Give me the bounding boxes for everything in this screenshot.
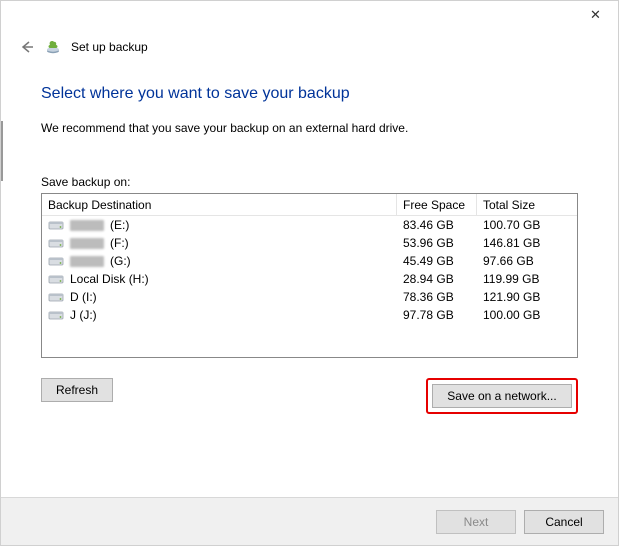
- drive-free-space: 78.36 GB: [397, 290, 477, 304]
- content-area: Select where you want to save your backu…: [1, 55, 618, 414]
- drive-destination: (G:): [42, 254, 397, 268]
- page-heading: Select where you want to save your backu…: [41, 85, 578, 103]
- save-on-network-button[interactable]: Save on a network...: [432, 384, 572, 408]
- list-label: Save backup on:: [41, 175, 578, 189]
- drive-icon: [48, 273, 64, 285]
- drive-list-body: (E:) 83.46 GB100.70 GB (F:) 53.96 GB146.81 …: [42, 216, 577, 324]
- back-arrow-icon[interactable]: [19, 39, 35, 55]
- drive-icon: [48, 291, 64, 303]
- window-title: Set up backup: [71, 40, 148, 54]
- drive-free-space: 28.94 GB: [397, 272, 477, 286]
- drive-row[interactable]: Local Disk (H:) 28.94 GB119.99 GB: [42, 270, 577, 288]
- drive-free-space: 45.49 GB: [397, 254, 477, 268]
- drive-icon: [48, 255, 64, 267]
- drive-destination: D (I:): [42, 290, 397, 304]
- col-header-free-space[interactable]: Free Space: [397, 194, 477, 215]
- drive-destination: J (J:): [42, 308, 397, 322]
- col-header-destination[interactable]: Backup Destination: [42, 194, 397, 215]
- titlebar: ✕: [1, 1, 618, 31]
- backup-app-icon: [45, 39, 61, 55]
- drive-label: J (J:): [70, 308, 97, 322]
- close-button[interactable]: ✕: [573, 1, 618, 29]
- drive-row[interactable]: (G:) 45.49 GB97.66 GB: [42, 252, 577, 270]
- drive-free-space: 83.46 GB: [397, 218, 477, 232]
- header-row: Set up backup: [1, 31, 618, 55]
- cancel-button[interactable]: Cancel: [524, 510, 604, 534]
- drive-label: (G:): [110, 254, 131, 268]
- drive-label: D (I:): [70, 290, 97, 304]
- drive-row[interactable]: J (J:) 97.78 GB100.00 GB: [42, 306, 577, 324]
- drive-total-size: 146.81 GB: [477, 236, 577, 250]
- drive-label: Local Disk (H:): [70, 272, 149, 286]
- drive-list: Backup Destination Free Space Total Size…: [41, 193, 578, 358]
- drive-label: (E:): [110, 218, 129, 232]
- drive-destination: Local Disk (H:): [42, 272, 397, 286]
- drive-free-space: 97.78 GB: [397, 308, 477, 322]
- drive-row[interactable]: (E:) 83.46 GB100.70 GB: [42, 216, 577, 234]
- drive-icon: [48, 309, 64, 321]
- col-header-total-size[interactable]: Total Size: [477, 194, 577, 215]
- highlight-annotation: Save on a network...: [426, 378, 578, 414]
- drive-label: (F:): [110, 236, 129, 250]
- decorative-edge: [1, 121, 3, 181]
- page-subtext: We recommend that you save your backup o…: [41, 121, 578, 135]
- drive-total-size: 119.99 GB: [477, 272, 577, 286]
- drive-icon: [48, 237, 64, 249]
- redacted-label: [70, 256, 104, 267]
- drive-total-size: 100.00 GB: [477, 308, 577, 322]
- redacted-label: [70, 220, 104, 231]
- next-button: Next: [436, 510, 516, 534]
- drive-total-size: 121.90 GB: [477, 290, 577, 304]
- drive-total-size: 97.66 GB: [477, 254, 577, 268]
- drive-free-space: 53.96 GB: [397, 236, 477, 250]
- drive-total-size: 100.70 GB: [477, 218, 577, 232]
- drive-list-header: Backup Destination Free Space Total Size: [42, 194, 577, 216]
- drive-row[interactable]: D (I:) 78.36 GB121.90 GB: [42, 288, 577, 306]
- button-row: Refresh Save on a network...: [41, 378, 578, 414]
- drive-icon: [48, 219, 64, 231]
- drive-row[interactable]: (F:) 53.96 GB146.81 GB: [42, 234, 577, 252]
- drive-destination: (E:): [42, 218, 397, 232]
- redacted-label: [70, 238, 104, 249]
- drive-destination: (F:): [42, 236, 397, 250]
- dialog-footer: Next Cancel: [1, 497, 618, 545]
- refresh-button[interactable]: Refresh: [41, 378, 113, 402]
